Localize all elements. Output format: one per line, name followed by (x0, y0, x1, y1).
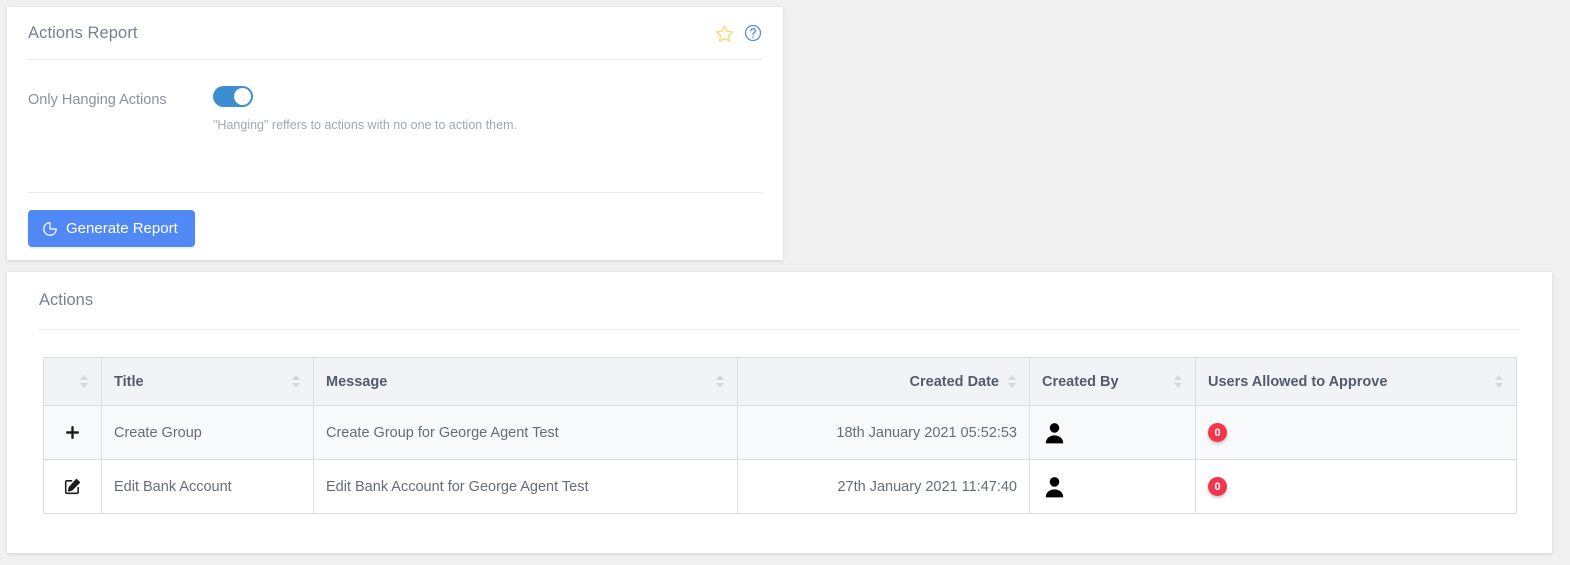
page-title: Actions Report (28, 23, 138, 42)
column-header-created-by[interactable]: Created By (1029, 357, 1196, 406)
hanging-actions-help-text: "Hanging" reffers to actions with no one… (213, 118, 517, 132)
actions-table: Title Message Created Date Created By Us… (43, 357, 1517, 514)
sort-arrows-icon (1174, 375, 1182, 388)
pie-chart-icon (42, 221, 58, 237)
row-created-date: 18th January 2021 05:52:53 (737, 405, 1030, 460)
column-header-created-by-label: Created By (1042, 373, 1119, 390)
column-header-users-allowed-to-approve[interactable]: Users Allowed to Approve (1195, 357, 1517, 406)
actions-report-card: Actions Report Only Hanging Actions "Han… (7, 7, 783, 260)
column-header-message[interactable]: Message (313, 357, 738, 406)
row-users-allowed-to-approve: 0 (1195, 405, 1517, 460)
row-title: Create Group (101, 405, 314, 460)
actions-table-body: Create Group Create Group for George Age… (43, 405, 1517, 514)
row-message: Edit Bank Account for George Agent Test (313, 459, 738, 514)
row-created-date: 27th January 2021 11:47:40 (737, 459, 1030, 514)
edit-square-icon[interactable] (64, 478, 81, 495)
hanging-actions-label: Only Hanging Actions (28, 92, 167, 108)
plus-icon[interactable] (64, 424, 81, 440)
sort-arrows-icon (716, 375, 724, 388)
report-card-header: Actions Report (7, 7, 783, 59)
header-icon-group (715, 24, 762, 43)
column-header-expand[interactable] (43, 357, 102, 406)
column-header-title-label: Title (114, 373, 144, 390)
table-row[interactable]: Edit Bank Account Edit Bank Account for … (43, 459, 1517, 514)
actions-table-head: Title Message Created Date Created By Us… (43, 357, 1517, 406)
sort-arrows-icon (292, 375, 300, 388)
report-card-footer: Generate Report (28, 192, 762, 261)
star-icon[interactable] (715, 24, 734, 43)
actions-list-card: Actions Title Message Created Date Creat… (7, 272, 1552, 553)
column-header-title[interactable]: Title (101, 357, 314, 406)
only-hanging-actions-toggle[interactable] (213, 86, 253, 107)
approvers-count-badge: 0 (1208, 477, 1227, 496)
sort-arrows-icon (1495, 375, 1503, 388)
user-avatar-icon (1042, 420, 1183, 445)
actions-section-title: Actions (39, 291, 94, 309)
row-expand-cell[interactable] (43, 405, 102, 460)
row-created-by (1029, 405, 1196, 460)
help-circle-icon[interactable] (744, 24, 762, 42)
toggle-knob (234, 88, 251, 105)
column-header-users-allowed-to-approve-label: Users Allowed to Approve (1208, 373, 1388, 390)
row-created-by (1029, 459, 1196, 514)
actions-card-header: Actions (7, 272, 1552, 329)
row-users-allowed-to-approve: 0 (1195, 459, 1517, 514)
column-header-created-date-label: Created Date (909, 373, 999, 390)
row-expand-cell[interactable] (43, 459, 102, 514)
hanging-actions-row: Only Hanging Actions "Hanging" reffers t… (28, 86, 762, 132)
column-header-created-date[interactable]: Created Date (737, 357, 1030, 406)
generate-report-label: Generate Report (66, 220, 178, 237)
sort-arrows-icon (1008, 375, 1016, 388)
sort-arrows-icon (80, 375, 88, 388)
approvers-count-badge: 0 (1208, 423, 1227, 442)
column-header-message-label: Message (326, 373, 388, 390)
report-card-body: Only Hanging Actions "Hanging" reffers t… (7, 60, 783, 192)
table-row[interactable]: Create Group Create Group for George Age… (43, 405, 1517, 460)
generate-report-button[interactable]: Generate Report (28, 210, 195, 247)
table-header-row: Title Message Created Date Created By Us… (43, 357, 1517, 406)
row-title: Edit Bank Account (101, 459, 314, 514)
user-avatar-icon (1042, 474, 1183, 499)
actions-table-container: Title Message Created Date Created By Us… (7, 330, 1552, 514)
row-message: Create Group for George Agent Test (313, 405, 738, 460)
